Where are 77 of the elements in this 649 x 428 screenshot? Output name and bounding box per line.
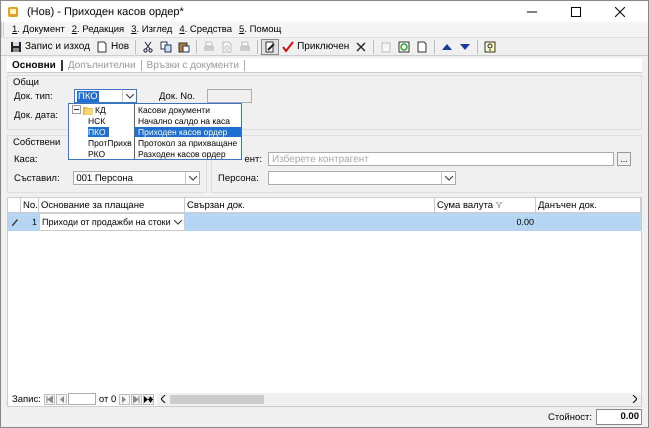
tree-item[interactable]: ПротПрихв Протокол за прихващане	[69, 137, 241, 148]
doc-icon	[96, 40, 108, 52]
basis-combobox[interactable]: Приходи от продажби на стоки	[39, 213, 185, 231]
first-record-button[interactable]	[44, 394, 55, 404]
chevron-icon	[126, 94, 134, 98]
window-title: (Нов) - Приходен касов ордер*	[27, 6, 184, 18]
column-header[interactable]: Сума валута	[435, 198, 536, 212]
chevron-icon	[444, 176, 452, 180]
previous-record-button[interactable]	[56, 394, 67, 404]
doc-button[interactable]: Нов	[92, 38, 132, 54]
tree-item[interactable]: РКО Разходен касов ордер	[69, 148, 241, 159]
column-header[interactable]: No.	[21, 198, 39, 212]
last-icon	[133, 396, 140, 402]
doc-no-field[interactable]	[207, 89, 252, 103]
column-header[interactable]: Основание за плащане	[39, 198, 185, 212]
field-label: Док. No.	[159, 90, 196, 102]
filter-icon	[496, 202, 502, 208]
page-icon	[416, 40, 428, 52]
record-count: от 0	[98, 394, 116, 404]
new-record-button[interactable]	[143, 394, 154, 404]
print-icon	[203, 40, 216, 52]
menu-item[interactable]: 4. Средства	[179, 24, 232, 35]
paste-icon	[178, 40, 190, 52]
copy-icon	[160, 40, 172, 52]
close-icon[interactable]	[615, 6, 625, 16]
total-field: 0.00	[596, 409, 642, 425]
field-label: Съставил:	[14, 172, 61, 184]
note-icon	[264, 40, 276, 52]
table-cell-text: 1	[30, 216, 38, 229]
field-label: Док. дата:	[14, 110, 60, 120]
first-icon	[46, 396, 53, 402]
menu-item[interactable]: 3. Изглед	[131, 24, 172, 35]
tab[interactable]: Основни	[7, 60, 63, 70]
table-cell-text: 0.00	[515, 216, 535, 229]
note-button[interactable]	[261, 38, 280, 54]
preview-icon	[221, 40, 234, 52]
field-label: Док. тип:	[14, 90, 54, 102]
record-label: Запис:	[12, 394, 41, 404]
maximize-icon[interactable]	[571, 6, 581, 16]
scroll-right-icon[interactable]	[632, 395, 637, 403]
app-icon	[7, 6, 19, 18]
save-button[interactable]: Запис и изход	[7, 38, 93, 54]
previous-icon	[58, 396, 65, 402]
collapse-icon[interactable]	[72, 105, 81, 114]
group-title: Собствени	[13, 137, 60, 148]
contragent-field[interactable]: Изберете контрагент	[268, 152, 614, 166]
menu-item[interactable]: 2. Редакция	[72, 24, 124, 35]
table-row[interactable]: 1 Приходи от продажби на стоки 0.00	[8, 213, 641, 231]
author-combobox[interactable]: 001 Персона	[73, 171, 200, 185]
group-title: Общи	[13, 77, 39, 88]
next-icon	[121, 396, 128, 402]
record-field[interactable]	[68, 393, 96, 405]
browse-button[interactable]: ...	[617, 152, 631, 166]
field-label: Каса:	[14, 154, 38, 164]
pencil-icon	[10, 218, 18, 226]
cut-icon	[142, 40, 154, 52]
help-icon	[484, 40, 496, 52]
column-header[interactable]: Данъчен док.	[536, 198, 641, 212]
x-icon	[355, 40, 368, 52]
chevron-icon	[188, 176, 196, 180]
save-icon	[10, 40, 22, 52]
total-label: Стойност:	[548, 412, 592, 422]
folder-icon	[83, 104, 93, 114]
scroll-left-icon[interactable]	[161, 395, 166, 403]
tree-item[interactable]: НСК Начално салдо на каса	[69, 115, 241, 126]
doc-type-combobox[interactable]: ПКО	[74, 89, 137, 103]
column-header[interactable]: Свързан док.	[185, 198, 435, 212]
tree-item[interactable]: КД Касови документи	[69, 104, 241, 115]
new-record-icon	[144, 396, 154, 402]
menu-item[interactable]: 5. Помощ	[239, 24, 282, 35]
horizontal-scrollbar[interactable]	[157, 392, 641, 406]
check-button[interactable]: Приключен	[279, 38, 352, 54]
next-record-button[interactable]	[119, 394, 130, 404]
chevron-icon	[174, 220, 182, 224]
check-icon	[282, 40, 294, 52]
menu-item[interactable]: 1. Документ	[12, 24, 65, 35]
field-label: Персона:	[218, 172, 260, 184]
